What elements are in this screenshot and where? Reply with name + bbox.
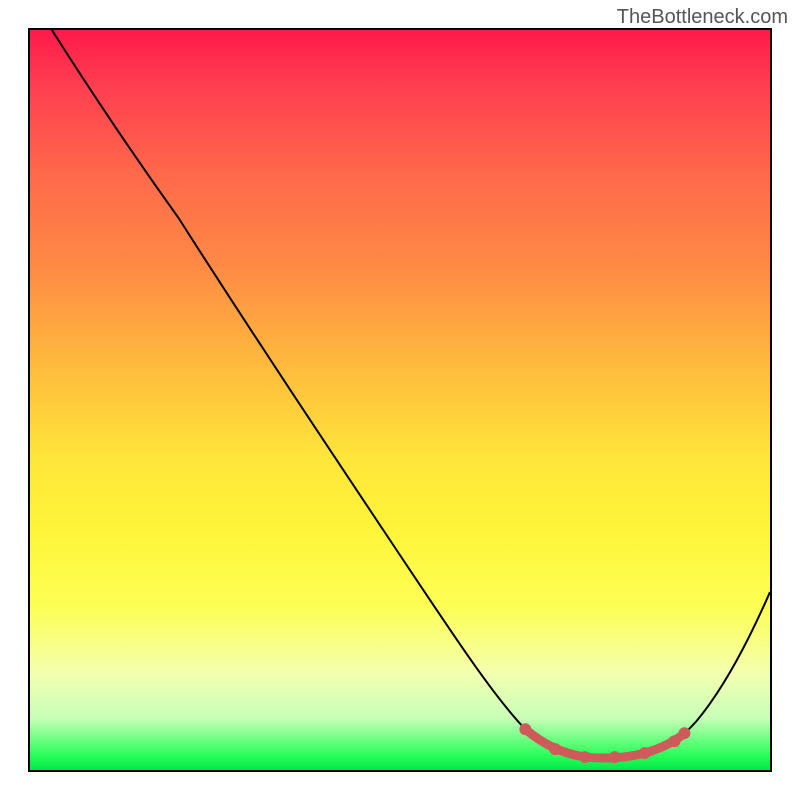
highlight-dot bbox=[639, 747, 651, 759]
highlight-dot bbox=[549, 743, 561, 755]
curve-svg bbox=[30, 30, 770, 770]
chart-container: TheBottleneck.com bbox=[0, 0, 800, 800]
highlight-dot bbox=[519, 723, 531, 735]
plot-area bbox=[28, 28, 772, 772]
watermark-text: TheBottleneck.com bbox=[617, 6, 788, 29]
highlight-dot bbox=[609, 751, 621, 763]
highlight-dot bbox=[678, 727, 690, 739]
highlight-segment bbox=[525, 729, 684, 758]
highlight-dot bbox=[669, 735, 681, 747]
highlight-dot bbox=[579, 751, 591, 763]
main-curve bbox=[52, 30, 770, 759]
